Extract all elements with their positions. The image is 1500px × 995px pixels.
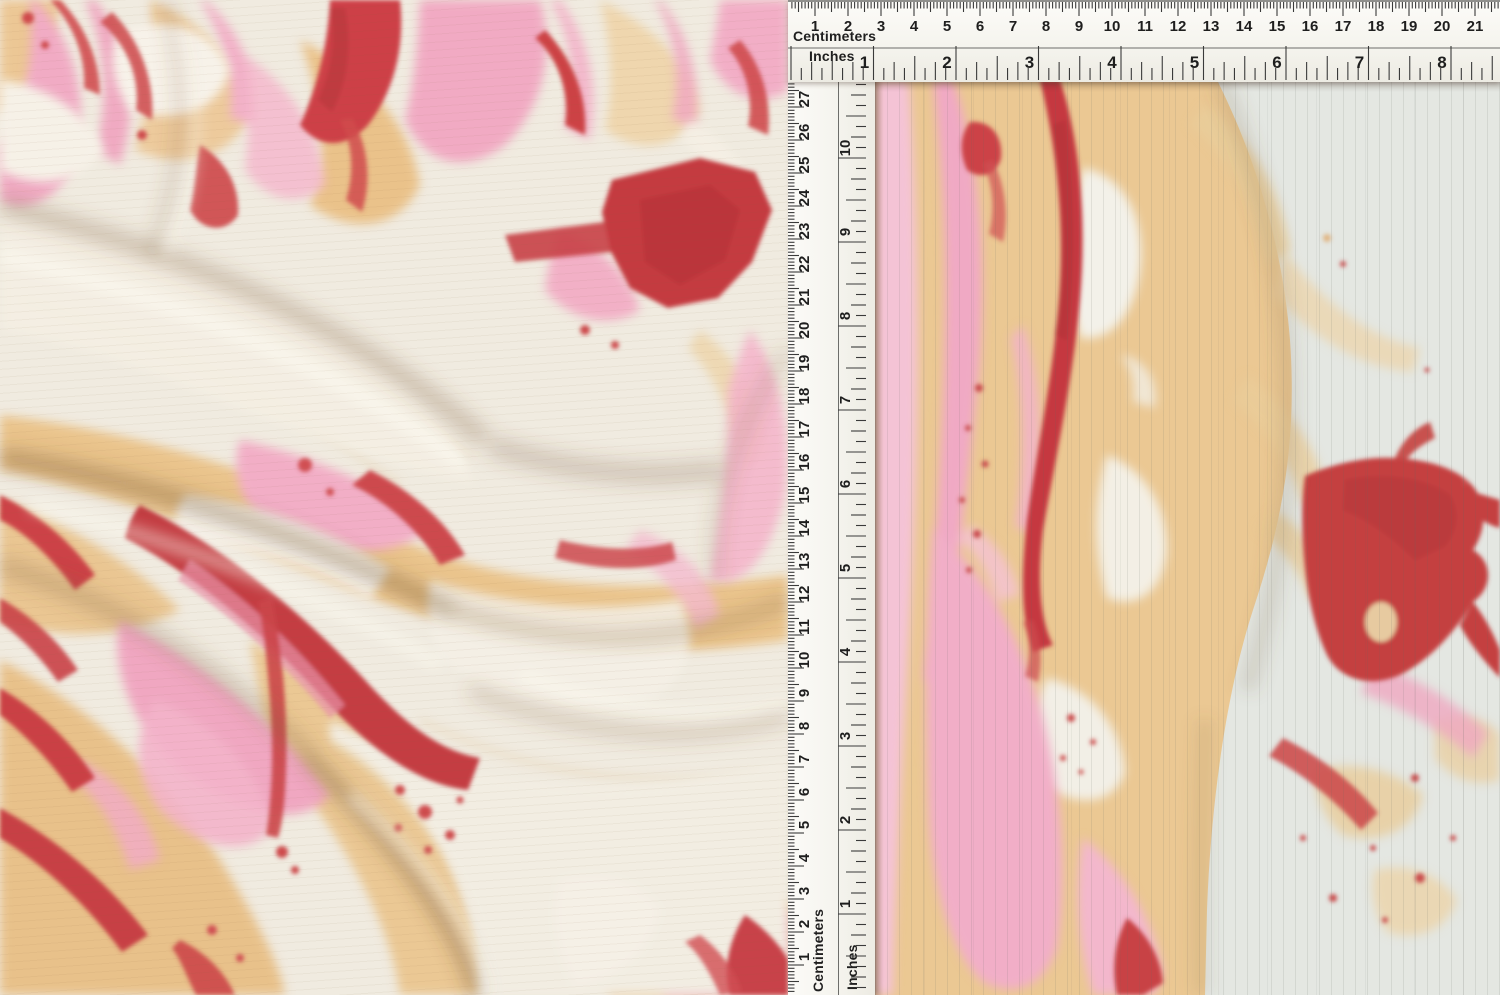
- ruler-number: 19: [1401, 18, 1418, 35]
- ruler-number: 1: [860, 53, 869, 72]
- top-ruler-scale: 1234567891011121314151617181920211234567…: [788, 2, 1500, 82]
- ruler-number: 11: [1137, 18, 1153, 35]
- ruler-number: 17: [1335, 18, 1352, 35]
- ruler-number: 21: [1467, 18, 1484, 35]
- ruler-number: 7: [1355, 53, 1364, 72]
- ruler-number: 2: [796, 920, 813, 928]
- ruler-number: 4: [796, 853, 813, 862]
- ruler-number: 11: [796, 619, 813, 635]
- ruler-number: 6: [1272, 53, 1281, 72]
- ruler-number: 20: [796, 322, 813, 339]
- ruler-number: 24: [796, 189, 813, 206]
- ruler-number: 2: [942, 53, 951, 72]
- ruler-number: 1: [837, 900, 854, 908]
- ruler-number: 5: [796, 821, 813, 829]
- ruler-number: 13: [796, 553, 813, 570]
- ruler-number: 1: [796, 953, 813, 961]
- ruler-number: 6: [976, 18, 984, 35]
- ruler-number: 5: [1190, 53, 1199, 72]
- ruler-number: 3: [796, 887, 813, 895]
- ruler-number: 12: [1170, 18, 1187, 35]
- ruler-number: 9: [1075, 18, 1083, 35]
- ruler-number: 14: [1236, 18, 1253, 35]
- ruler-number: 7: [837, 396, 854, 404]
- ruler-number: 23: [796, 223, 813, 240]
- ruler-number: 10: [796, 652, 813, 669]
- ruler-number: 3: [1025, 53, 1034, 72]
- ruler-number: 8: [1042, 18, 1050, 35]
- ruler-number: 4: [837, 647, 854, 656]
- ruler-number: 18: [796, 388, 813, 405]
- ruler-number: 4: [910, 18, 919, 35]
- side-ruler-scale: 1234567891011121314151617181920212223242…: [788, 80, 875, 995]
- draped-fabric-art: [0, 0, 788, 995]
- ruler-number: 17: [796, 421, 813, 438]
- ruler-number: 8: [1437, 53, 1446, 72]
- ruler-number: 27: [796, 91, 813, 108]
- ruler-number: 3: [877, 18, 885, 35]
- ruler-number: 5: [837, 564, 854, 572]
- ruler-number: 8: [796, 722, 813, 730]
- flat-fabric-art: [875, 80, 1500, 995]
- ruler-number: 4: [1107, 53, 1117, 72]
- ruler-number: 8: [837, 312, 854, 320]
- ruler-number: 13: [1203, 18, 1220, 35]
- fabric-draped-view: [0, 0, 788, 995]
- ruler-number: 21: [796, 289, 813, 306]
- ruler-number: 25: [796, 157, 813, 174]
- ruler-number: 14: [796, 519, 813, 536]
- fabric-listing-photo: Centimeters Inches 123456789101112131415…: [0, 0, 1500, 995]
- ruler-number: 7: [1009, 18, 1017, 35]
- ruler-number: 5: [943, 18, 951, 35]
- ruler-number: 15: [796, 487, 813, 504]
- ruler-number: 3: [837, 732, 854, 740]
- ruler-number: 10: [837, 140, 854, 157]
- ruler-number: 9: [837, 228, 854, 236]
- ruler-number: 18: [1368, 18, 1385, 35]
- ruler-number: 6: [837, 480, 854, 488]
- fabric-flat-view: [875, 80, 1500, 995]
- ruler-number: 2: [837, 816, 854, 824]
- ruler-number: 19: [796, 355, 813, 372]
- ruler-number: 1: [811, 18, 819, 35]
- ruler-number: 22: [796, 256, 813, 273]
- ruler-number: 9: [796, 689, 813, 697]
- side-ruler: Centimeters Inches 123456789101112131415…: [788, 80, 875, 995]
- ruler-number: 26: [796, 124, 813, 141]
- ruler-number: 15: [1269, 18, 1286, 35]
- ruler-number: 20: [1434, 18, 1451, 35]
- ruler-number: 12: [796, 586, 813, 603]
- ruler-number: 7: [796, 755, 813, 763]
- top-ruler: Centimeters Inches 123456789101112131415…: [788, 0, 1500, 82]
- ruler-number: 2: [844, 18, 852, 35]
- ruler-number: 16: [1302, 18, 1319, 35]
- ruler-number: 10: [1104, 18, 1121, 35]
- ruler-number: 16: [796, 454, 813, 471]
- ruler-number: 6: [796, 788, 813, 796]
